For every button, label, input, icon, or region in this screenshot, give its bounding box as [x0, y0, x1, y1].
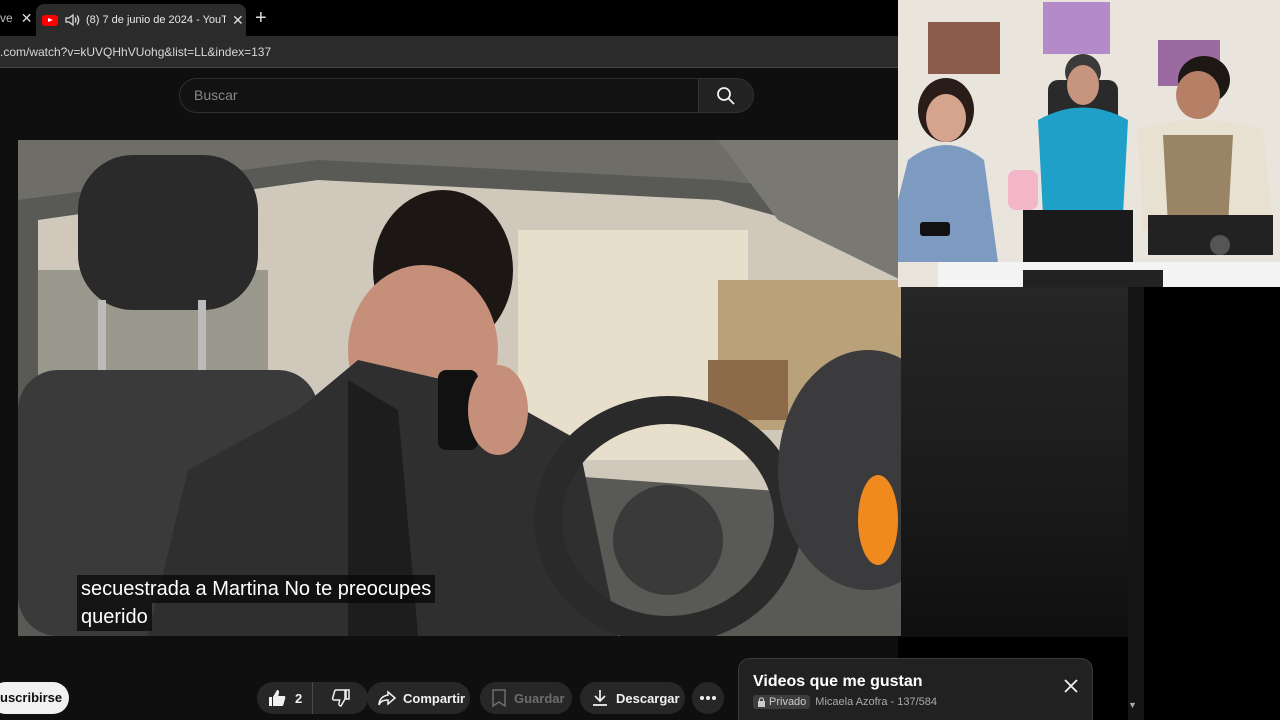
- lock-icon: [758, 697, 765, 707]
- subscribe-button[interactable]: uscribirse: [0, 682, 69, 714]
- like-button[interactable]: 2: [257, 682, 313, 714]
- close-icon: [1064, 679, 1078, 693]
- close-playlist-button[interactable]: [1064, 679, 1078, 698]
- playlist-owner-position: Micaela Azofra - 137/584: [815, 696, 937, 708]
- video-frame: [18, 140, 901, 636]
- webcam-feed: [898, 0, 1280, 287]
- speaker-icon[interactable]: [64, 13, 80, 27]
- close-icon[interactable]: ✕: [21, 10, 33, 27]
- active-tab-title: (8) 7 de junio de 2024 - YouTu: [86, 14, 226, 26]
- download-icon: [593, 690, 607, 706]
- chevron-down-icon[interactable]: ▼: [1128, 700, 1140, 716]
- webcam-overlay: [898, 0, 1280, 287]
- share-icon: [378, 690, 397, 706]
- more-horizontal-icon: [700, 696, 716, 700]
- privacy-label: Privado: [769, 696, 807, 708]
- dislike-button[interactable]: [313, 688, 368, 708]
- previous-tab-title: ve: [0, 11, 13, 25]
- previous-tab[interactable]: ve ✕: [0, 6, 32, 30]
- dark-overlay-panel: [901, 287, 1144, 637]
- playlist-meta: Privado Micaela Azofra - 137/584: [753, 695, 1078, 709]
- address-bar[interactable]: .com/watch?v=kUVQHhVUohg&list=LL&index=1…: [0, 36, 898, 68]
- black-margin: [1144, 287, 1280, 720]
- search-button[interactable]: [698, 78, 754, 113]
- save-label: Guardar: [514, 690, 565, 706]
- scrollbar-track[interactable]: [1128, 287, 1144, 720]
- share-label: Compartir: [403, 690, 466, 706]
- video-captions: secuestrada a Martina No te preocupes qu…: [77, 575, 472, 631]
- caption-line: secuestrada a Martina No te preocupes: [77, 575, 436, 603]
- playlist-panel[interactable]: Videos que me gustan Privado Micaela Azo…: [738, 658, 1093, 720]
- search-input[interactable]: Buscar: [179, 78, 699, 113]
- active-tab[interactable]: (8) 7 de junio de 2024 - YouTu ✕: [36, 4, 246, 36]
- thumbs-up-icon: [269, 690, 286, 706]
- download-button[interactable]: Descargar: [580, 682, 685, 714]
- save-button[interactable]: Guardar: [480, 682, 572, 714]
- search-icon: [717, 86, 735, 105]
- like-dislike-group: 2: [257, 682, 368, 714]
- like-count: 2: [295, 690, 303, 706]
- video-player[interactable]: [18, 140, 901, 636]
- more-actions-button[interactable]: [692, 682, 724, 714]
- playlist-title[interactable]: Videos que me gustan: [753, 673, 1078, 691]
- thumbs-down-icon: [331, 689, 350, 707]
- share-button[interactable]: Compartir: [367, 682, 470, 714]
- bookmark-icon: [492, 689, 506, 708]
- browser-tab-bar: ve ✕ (8) 7 de junio de 2024 - YouTu ✕ +: [0, 0, 898, 36]
- new-tab-button[interactable]: +: [255, 6, 267, 30]
- privacy-badge: Privado: [753, 695, 811, 709]
- caption-line: querido: [77, 603, 152, 631]
- youtube-favicon-icon: [42, 14, 58, 26]
- download-label: Descargar: [616, 690, 680, 706]
- close-icon[interactable]: ✕: [232, 12, 244, 29]
- url-text[interactable]: .com/watch?v=kUVQHhVUohg&list=LL&index=1…: [0, 45, 271, 59]
